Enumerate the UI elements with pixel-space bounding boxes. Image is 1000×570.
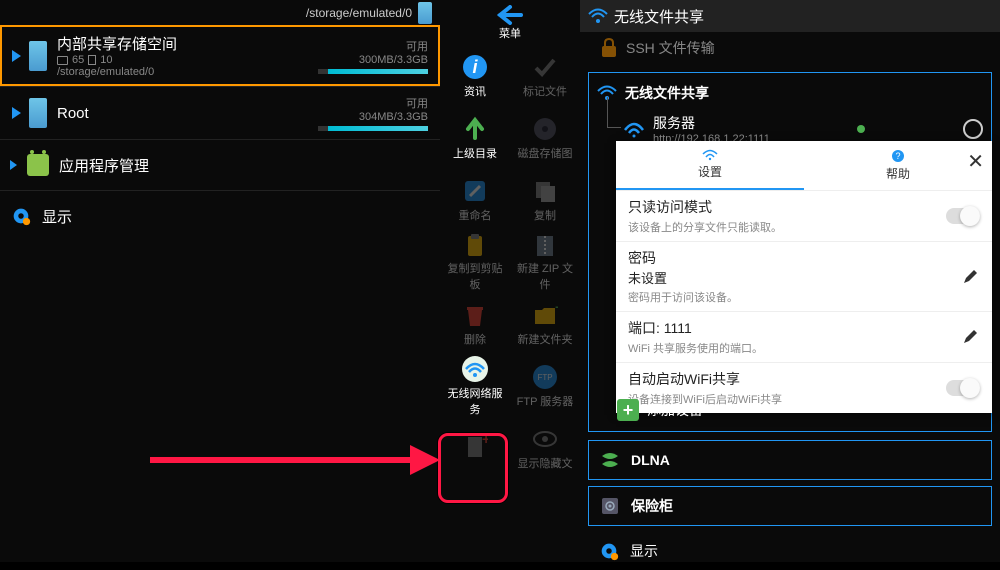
storage-status: 可用 <box>318 95 428 111</box>
wifi-signal-icon <box>623 120 645 138</box>
menu-disk-map[interactable]: 磁盘存储图 <box>510 107 580 169</box>
toggle[interactable] <box>946 208 980 224</box>
menu-zip[interactable]: 新建 ZIP 文件 <box>510 231 580 293</box>
disk-icon <box>531 115 559 143</box>
display-label: 显示 <box>42 206 72 227</box>
help-icon: ? <box>891 149 905 163</box>
ssh-item[interactable]: SSH 文件传输 <box>580 32 1000 64</box>
wifi-icon <box>588 8 608 24</box>
copy-icon <box>531 177 559 205</box>
server-radio[interactable] <box>963 119 983 139</box>
back-arrow-icon <box>497 5 523 25</box>
svg-text:+: + <box>555 302 558 315</box>
menu-back-label: 菜单 <box>499 25 521 41</box>
phone-icon <box>29 98 47 128</box>
settings-popup: 设置 ? 帮助 ✕ 只读访问模式 该设备上的分享文件只能读取。 密码 未设置 密… <box>616 141 992 413</box>
menu-delete[interactable]: 删除 <box>440 293 510 355</box>
status-dot <box>857 125 865 133</box>
app-manager-label: 应用程序管理 <box>59 155 149 176</box>
menu-wifi-service[interactable]: 无线网络服务 <box>440 355 510 417</box>
info-icon: i <box>461 53 489 81</box>
toggle[interactable] <box>946 380 980 396</box>
check-icon <box>531 53 559 81</box>
app-manager-item[interactable]: 应用程序管理 <box>0 140 440 190</box>
pencil-icon <box>461 177 489 205</box>
storage-detail: 65 10 <box>57 54 318 66</box>
storage-bar <box>318 126 428 131</box>
tab-help[interactable]: ? 帮助 <box>804 141 992 190</box>
add-device[interactable]: + 添加设备 <box>589 391 705 425</box>
pencil-icon[interactable] <box>962 329 978 345</box>
storage-title: 内部共享存储空间 <box>57 33 318 54</box>
close-icon[interactable]: ✕ <box>967 149 984 174</box>
android-icon <box>27 154 49 176</box>
storage-path: /storage/emulated/0 <box>57 66 318 78</box>
setting-port[interactable]: 端口: 1111 WiFi 共享服务使用的端口。 <box>616 311 992 362</box>
storage-size: 304MB/3.3GB <box>318 111 428 123</box>
eye-icon <box>531 425 559 453</box>
storage-status: 可用 <box>318 38 428 54</box>
clipboard-icon <box>461 232 489 258</box>
gear-icon <box>10 205 32 227</box>
path-bar: /storage/emulated/0 <box>0 0 440 25</box>
ftp-icon: FTP <box>531 363 559 391</box>
menu-mark[interactable]: 标记文件 <box>510 45 580 107</box>
menu-rename[interactable]: 重命名 <box>440 169 510 231</box>
setting-readonly[interactable]: 只读访问模式 该设备上的分享文件只能读取。 <box>616 190 992 241</box>
menu-show-hidden[interactable]: 显示隐藏文 <box>510 417 580 479</box>
menu-up-dir[interactable]: 上级目录 <box>440 107 510 169</box>
wifi-share-box: 无线文件共享 服务器 http://192.168.1.22:1111 设置 ?… <box>588 72 992 432</box>
play-icon <box>12 107 21 119</box>
menu-copy[interactable]: 复制 <box>510 169 580 231</box>
wifi-box-title[interactable]: 无线文件共享 <box>595 79 985 107</box>
pencil-icon[interactable] <box>962 269 978 285</box>
vault-item[interactable]: 保险柜 <box>588 486 992 526</box>
panel3-header: 无线文件共享 <box>580 0 1000 32</box>
zip-icon <box>531 232 559 258</box>
folder-icon <box>57 56 68 65</box>
storage-size: 300MB/3.3GB <box>318 54 428 66</box>
storage-bar <box>318 69 428 74</box>
vault-icon <box>599 495 621 517</box>
menu-back[interactable]: 菜单 <box>440 0 580 45</box>
phone-icon <box>29 41 47 71</box>
menu-info[interactable]: i 资讯 <box>440 45 510 107</box>
setting-password[interactable]: 密码 未设置 密码用于访问该设备。 <box>616 241 992 311</box>
phone-icon <box>418 2 432 24</box>
display-item3[interactable]: 显示 <box>588 532 992 570</box>
dlna-item[interactable]: DLNA <box>588 440 992 480</box>
current-path: /storage/emulated/0 <box>306 6 412 20</box>
ssh-label: SSH 文件传输 <box>626 38 715 58</box>
svg-text:?: ? <box>895 151 900 161</box>
tab-settings[interactable]: 设置 <box>616 141 804 190</box>
gear-icon <box>598 540 620 562</box>
menu-new-folder[interactable]: + 新建文件夹 <box>510 293 580 355</box>
display-item[interactable]: 显示 <box>0 191 440 241</box>
play-icon <box>12 50 21 62</box>
menu-clipboard[interactable]: 复制到剪贴板 <box>440 231 510 293</box>
svg-text:FTP: FTP <box>537 373 552 382</box>
up-arrow-icon <box>461 115 489 143</box>
wifi-icon <box>702 149 718 161</box>
server-label: 服务器 <box>653 113 770 133</box>
play-icon <box>10 160 17 170</box>
storage-item-root[interactable]: Root 可用 304MB/3.3GB <box>0 87 440 139</box>
menu-ftp[interactable]: FTP FTP 服务器 <box>510 355 580 417</box>
dlna-icon <box>599 449 621 471</box>
storage-title: Root <box>57 105 318 122</box>
wifi-icon <box>461 355 489 383</box>
storage-item-internal[interactable]: 内部共享存储空间 65 10 /storage/emulated/0 可用 30… <box>0 25 440 86</box>
header-title: 无线文件共享 <box>614 6 704 27</box>
highlight-box <box>438 433 508 503</box>
file-icon <box>88 55 96 65</box>
plus-icon: + <box>617 399 639 421</box>
folder-plus-icon: + <box>531 301 559 329</box>
lock-icon <box>600 38 618 58</box>
trash-icon <box>461 301 489 329</box>
